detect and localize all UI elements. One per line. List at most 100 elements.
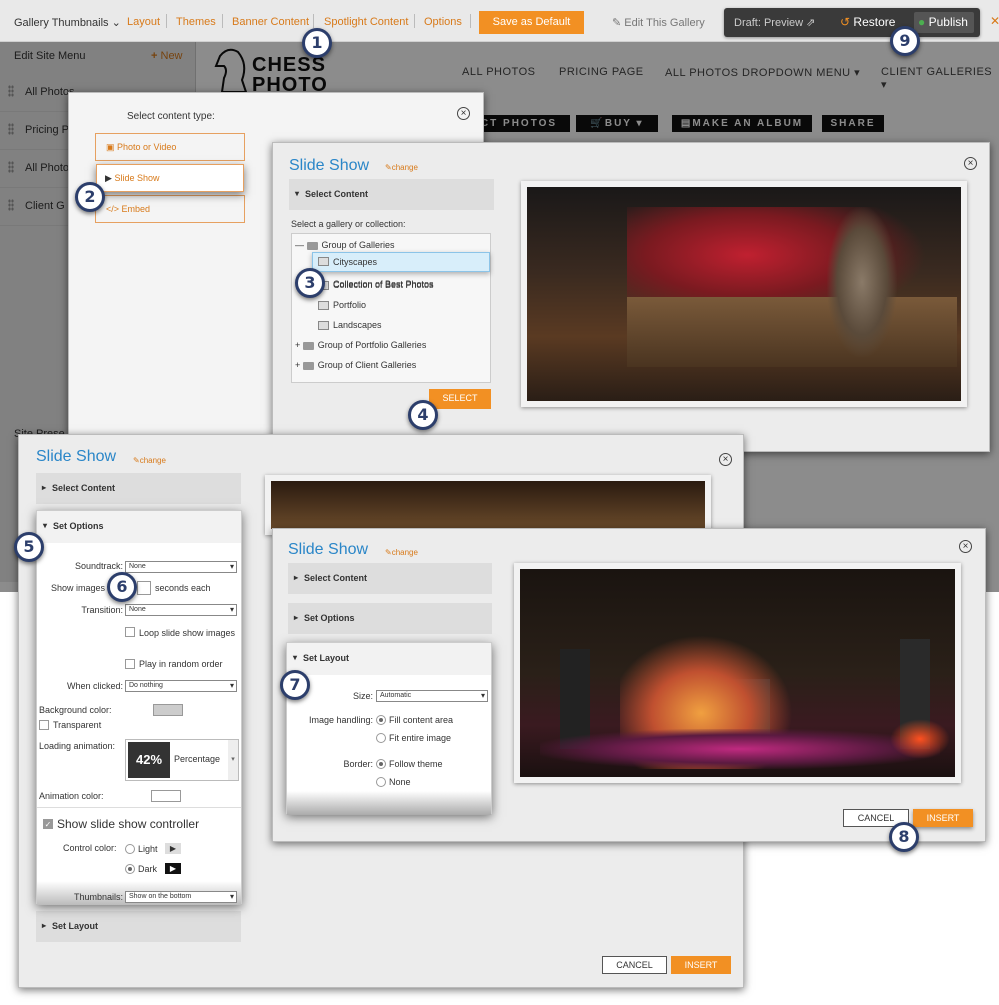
save-as-default-button[interactable]: Save as Default xyxy=(479,11,584,34)
cancel-button[interactable]: CANCEL xyxy=(602,956,667,974)
folder-icon xyxy=(302,361,314,370)
loading-preview: 42% xyxy=(128,742,170,778)
fill-label: Fill content area xyxy=(389,715,454,725)
gallery-icon xyxy=(318,321,329,331)
gallery-select[interactable]: Gallery Thumbnails ⌄ xyxy=(14,16,121,29)
thumbnails-select[interactable]: Show on the bottom xyxy=(125,891,237,903)
step-marker-8: 8 xyxy=(889,822,919,852)
control-color-label: Control color: xyxy=(63,843,117,853)
banner-content-link[interactable]: Banner Content xyxy=(232,16,309,28)
dark-play-icon: ▶ xyxy=(165,863,181,874)
play-icon: ▶ xyxy=(105,173,112,183)
soundtrack-select[interactable]: None xyxy=(125,561,237,573)
dark-radio[interactable] xyxy=(125,864,135,874)
dialog-title: Slide Show xyxy=(288,541,369,558)
close-icon[interactable]: × xyxy=(719,453,732,466)
change-link[interactable]: ✎change xyxy=(133,456,166,465)
layout-link[interactable]: Layout xyxy=(127,16,160,28)
border-label: Border: xyxy=(343,759,373,769)
light-radio[interactable] xyxy=(125,844,135,854)
tree-item[interactable]: + Group of Portfolio Galleries xyxy=(295,340,426,350)
change-link[interactable]: ✎change xyxy=(385,548,418,557)
close-icon[interactable]: × xyxy=(964,157,977,170)
bg-color-label: Background color: xyxy=(39,705,112,715)
when-clicked-select[interactable]: Do nothing xyxy=(125,680,237,692)
none-label: None xyxy=(389,777,411,787)
themes-link[interactable]: Themes xyxy=(176,16,216,28)
when-clicked-label: When clicked: xyxy=(66,681,123,691)
change-link[interactable]: ✎change xyxy=(385,163,418,172)
slideshow-select-content-dialog: Slide Show ✎change × Select Content Sele… xyxy=(272,142,990,452)
tree-item[interactable]: Collection of Best Photos xyxy=(333,279,434,289)
transition-select[interactable]: None xyxy=(125,604,237,616)
show-controller-label: Show slide show controller xyxy=(57,817,200,831)
folder-icon xyxy=(302,341,314,350)
gallery-icon xyxy=(318,257,329,266)
publish-button[interactable]: ● Publish xyxy=(914,12,974,33)
fill-radio[interactable] xyxy=(376,715,386,725)
loading-animation-select[interactable]: 42% Percentage ▾ xyxy=(125,739,239,781)
set-options-panel: Set Options Soundtrack: None Show images… xyxy=(36,510,242,905)
close-icon[interactable]: ✕ xyxy=(990,14,999,28)
gallery-icon xyxy=(318,301,329,311)
set-layout-section[interactable]: Set Layout xyxy=(287,643,491,675)
seconds-input[interactable] xyxy=(137,581,151,595)
loop-label: Loop slide show images xyxy=(139,628,236,638)
step-marker-3: 3 xyxy=(295,268,325,298)
tree-item[interactable]: Portfolio xyxy=(318,300,366,311)
step-marker-7: 7 xyxy=(280,670,310,700)
tree-item[interactable]: Landscapes xyxy=(318,320,382,331)
bg-color-swatch[interactable] xyxy=(153,704,183,716)
close-icon[interactable]: × xyxy=(457,107,470,120)
animation-color-swatch[interactable] xyxy=(151,790,181,802)
draft-preview-link[interactable]: Draft: Preview ⇗ xyxy=(734,16,815,29)
dialog-title: Slide Show xyxy=(289,157,370,174)
options-link[interactable]: Options xyxy=(424,16,462,28)
select-content-section[interactable]: Select Content xyxy=(36,473,241,504)
close-icon[interactable]: × xyxy=(959,540,972,553)
dark-label: Dark xyxy=(138,864,158,874)
edit-gallery-link[interactable]: ✎ Edit This Gallery xyxy=(612,16,705,29)
follow-theme-radio[interactable] xyxy=(376,759,386,769)
select-button[interactable]: SELECT xyxy=(429,389,491,409)
step-marker-2: 2 xyxy=(75,182,105,212)
loop-checkbox[interactable] xyxy=(125,627,135,637)
show-controller-checkbox[interactable]: ✓ xyxy=(43,819,53,829)
random-label: Play in random order xyxy=(139,659,223,669)
size-select[interactable]: Automatic xyxy=(376,690,488,702)
check-circle-icon: ● xyxy=(918,15,926,29)
restore-button[interactable]: ↺ Restore xyxy=(840,15,895,29)
folder-icon xyxy=(306,241,318,250)
tree-item[interactable]: + Group of Client Galleries xyxy=(295,360,416,370)
select-content-section[interactable]: Select Content xyxy=(288,563,492,594)
chevron-down-icon: ▾ xyxy=(228,740,238,780)
step-marker-4: 4 xyxy=(408,400,438,430)
divider xyxy=(37,807,241,808)
insert-button[interactable]: INSERT xyxy=(913,809,973,827)
embed-option[interactable]: </> Embed xyxy=(95,195,245,223)
transparent-checkbox[interactable] xyxy=(39,720,49,730)
set-options-section[interactable]: Set Options xyxy=(37,511,241,543)
publish-bar: Draft: Preview ⇗ ↺ Restore ● Publish xyxy=(724,8,980,37)
select-content-section[interactable]: Select Content xyxy=(289,179,494,210)
tree-item[interactable]: — Group of Galleries xyxy=(295,240,395,250)
image-handling-label: Image handling: xyxy=(308,715,373,725)
fit-radio[interactable] xyxy=(376,733,386,743)
spotlight-content-link[interactable]: Spotlight Content xyxy=(324,16,408,28)
top-toolbar: Gallery Thumbnails ⌄ Layout Themes Banne… xyxy=(0,0,999,42)
transition-label: Transition: xyxy=(81,605,123,615)
thumbnails-label: Thumbnails: xyxy=(73,892,123,902)
transparent-label: Transparent xyxy=(53,720,102,730)
none-radio[interactable] xyxy=(376,777,386,787)
light-label: Light xyxy=(138,844,158,854)
animation-color-label: Animation color: xyxy=(39,791,104,801)
set-layout-section[interactable]: Set Layout xyxy=(36,911,241,942)
random-checkbox[interactable] xyxy=(125,659,135,669)
slide-show-option[interactable]: ▶ Slide Show xyxy=(96,164,244,192)
set-options-section[interactable]: Set Options xyxy=(288,603,492,634)
insert-button[interactable]: INSERT xyxy=(671,956,731,974)
photo-video-option[interactable]: ▣ Photo or Video xyxy=(95,133,245,161)
light-play-icon: ▶ xyxy=(165,843,181,854)
tree-item-cityscapes-selected[interactable]: Cityscapes xyxy=(312,252,490,272)
step-marker-6: 6 xyxy=(107,572,137,602)
